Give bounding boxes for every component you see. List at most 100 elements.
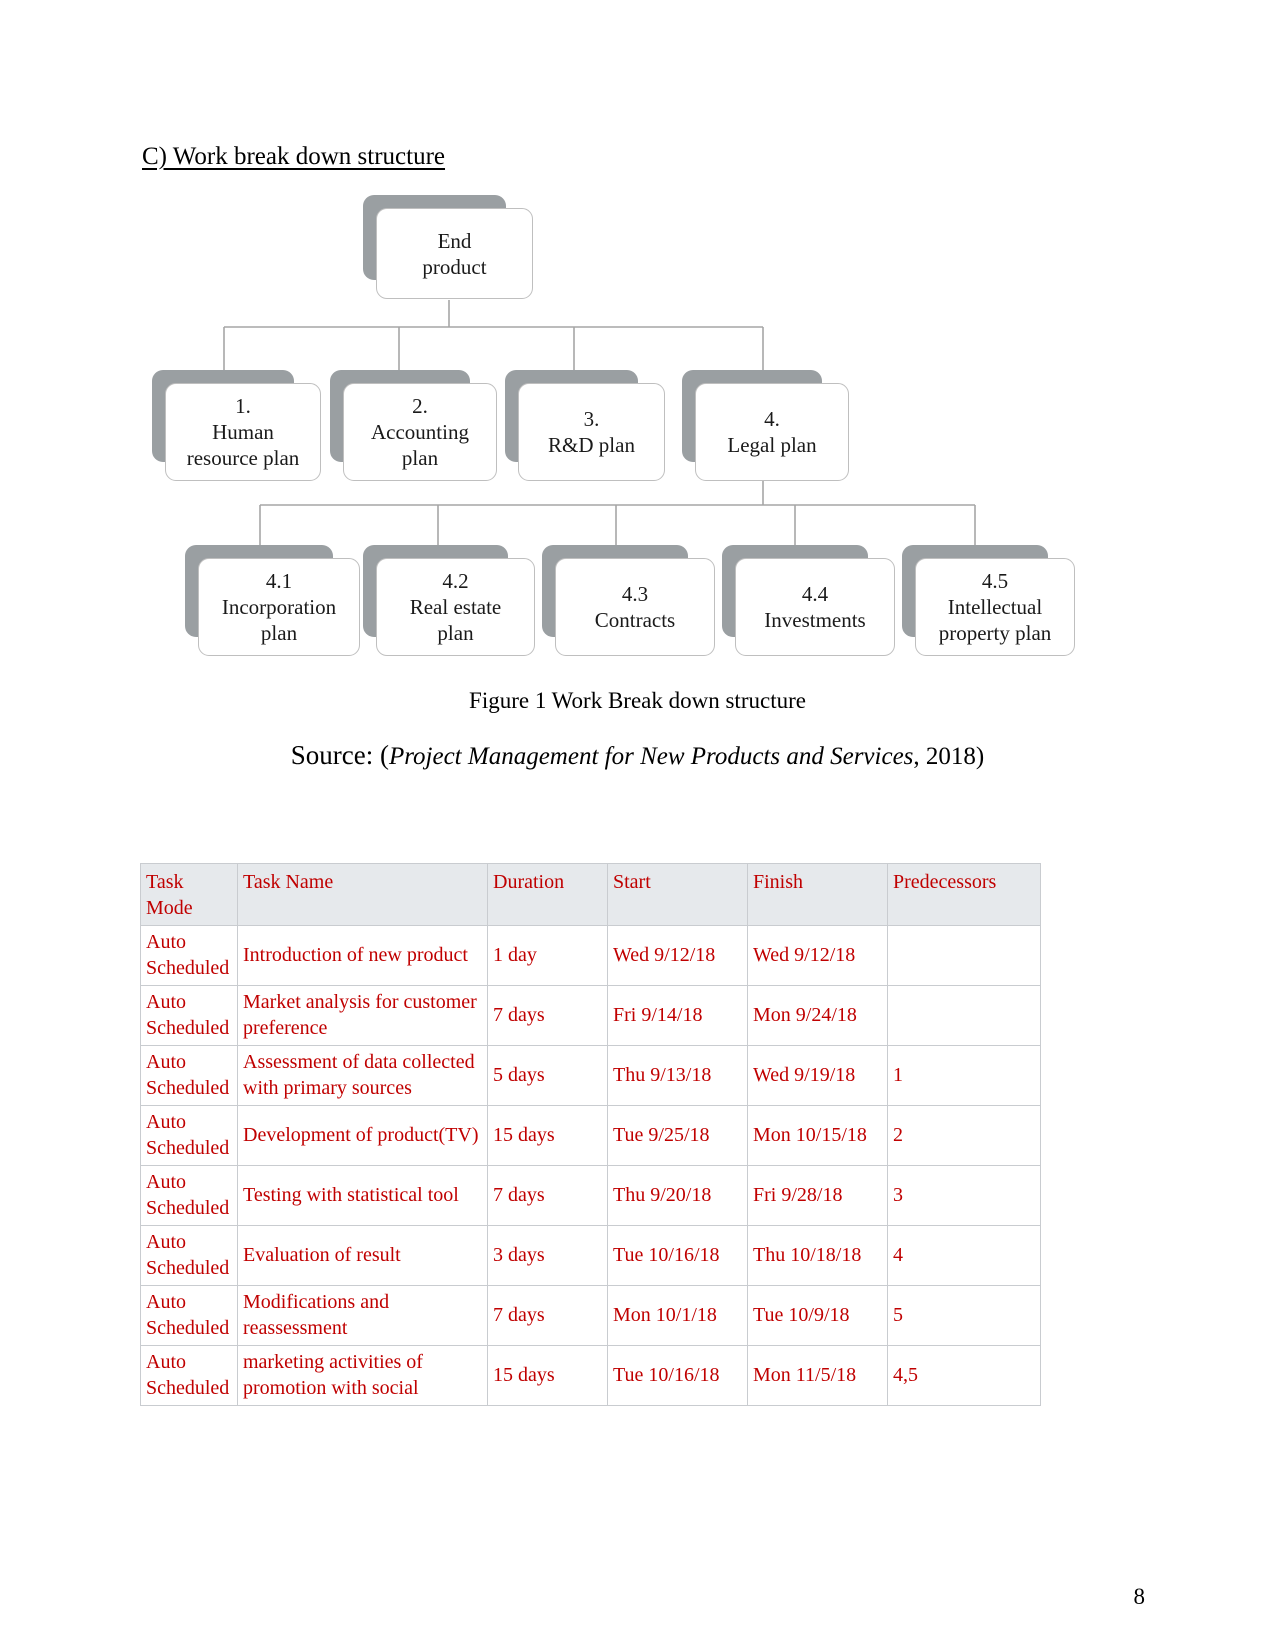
- column-header-start: Start: [607, 863, 748, 926]
- column-header-task-name: Task Name: [237, 863, 488, 926]
- cell-duration: 5 days: [487, 1045, 608, 1106]
- table-row: Auto Scheduled Development of product(TV…: [140, 1105, 1041, 1166]
- table-row: Auto Scheduled Introduction of new produ…: [140, 925, 1041, 986]
- cell-predecessors: 2: [887, 1105, 1041, 1166]
- table-row: Auto Scheduled Testing with statistical …: [140, 1165, 1041, 1226]
- cell-task-mode: Auto Scheduled: [140, 1345, 238, 1406]
- wbs-diagram: End product 1. Human resource plan 2. Ac…: [0, 175, 1275, 675]
- node-card: 4.1 Incorporation plan: [198, 558, 360, 656]
- header-line-2: Mode: [146, 897, 193, 919]
- cell-task-name: Assessment of data collected with primar…: [237, 1045, 488, 1106]
- wbs-node-contracts: 4.3 Contracts: [542, 545, 715, 656]
- column-header-duration: Duration: [487, 863, 608, 926]
- wbs-node-investments: 4.4 Investments: [722, 545, 895, 656]
- node-line-1: 3.: [583, 407, 600, 431]
- node-line-3: plan: [437, 621, 474, 645]
- figure-caption: Figure 1 Work Break down structure: [469, 688, 806, 713]
- node-line-2: Investments: [764, 608, 866, 632]
- source-suffix: , 2018): [913, 743, 985, 770]
- task-table: Task Mode Task Name Duration Start Finis…: [140, 863, 1041, 1406]
- wbs-node-accounting-plan: 2. Accounting plan: [330, 370, 497, 481]
- node-card: 4.5 Intellectual property plan: [915, 558, 1075, 656]
- column-header-finish: Finish: [747, 863, 888, 926]
- cell-task-mode: Auto Scheduled: [140, 1225, 238, 1286]
- cell-start: Thu 9/13/18: [607, 1045, 748, 1106]
- node-line-2: Legal plan: [727, 433, 817, 457]
- cell-predecessors: 1: [887, 1045, 1041, 1106]
- table-row: Auto Scheduled Assessment of data collec…: [140, 1045, 1041, 1106]
- document-page: C) Work break down structure End product…: [0, 0, 1275, 1650]
- node-line-1: End: [437, 228, 472, 253]
- node-line-1: 1.: [235, 394, 251, 418]
- cell-finish: Mon 9/24/18: [747, 985, 888, 1046]
- node-line-1: 4.: [764, 407, 780, 431]
- cell-task-name: Market analysis for customer preference: [237, 985, 488, 1046]
- page-title: C) Work break down structure: [142, 143, 446, 170]
- cell-duration: 15 days: [487, 1105, 608, 1166]
- cell-duration: 1 day: [487, 925, 608, 986]
- table-body: Auto Scheduled Introduction of new produ…: [140, 925, 1041, 1406]
- cell-duration: 7 days: [487, 1165, 608, 1226]
- node-card: 4.4 Investments: [735, 558, 895, 656]
- table-row: Auto Scheduled Market analysis for custo…: [140, 985, 1041, 1046]
- cell-task-mode: Auto Scheduled: [140, 925, 238, 986]
- task-table-wrapper: Task Mode Task Name Duration Start Finis…: [140, 863, 1041, 1406]
- wbs-node-human-resource-plan: 1. Human resource plan: [152, 370, 321, 481]
- cell-duration: 15 days: [487, 1345, 608, 1406]
- cell-finish: Tue 10/9/18: [747, 1285, 888, 1346]
- node-line-1: 4.3: [621, 582, 649, 606]
- cell-task-name: Introduction of new product: [237, 925, 488, 986]
- wbs-node-real-estate-plan: 4.2 Real estate plan: [363, 545, 535, 656]
- wbs-node-rd-plan: 3. R&D plan: [505, 370, 665, 481]
- node-line-3: property plan: [938, 621, 1052, 645]
- wbs-node-end-product: End product: [363, 195, 533, 299]
- node-line-3: plan: [401, 446, 439, 470]
- cell-task-mode: Auto Scheduled: [140, 1105, 238, 1166]
- cell-start: Tue 9/25/18: [607, 1105, 748, 1166]
- cell-duration: 7 days: [487, 985, 608, 1046]
- cell-predecessors: 4,5: [887, 1345, 1041, 1406]
- node-line-2: Intellectual: [947, 595, 1043, 619]
- cell-finish: Wed 9/12/18: [747, 925, 888, 986]
- cell-task-name: marketing activities of promotion with s…: [237, 1345, 488, 1406]
- node-line-2: Incorporation: [221, 595, 337, 619]
- cell-predecessors: 4: [887, 1225, 1041, 1286]
- cell-finish: Mon 11/5/18: [747, 1345, 888, 1406]
- cell-start: Tue 10/16/18: [607, 1345, 748, 1406]
- node-card: 4.2 Real estate plan: [376, 558, 535, 656]
- cell-task-mode: Auto Scheduled: [140, 1045, 238, 1106]
- cell-finish: Wed 9/19/18: [747, 1045, 888, 1106]
- source-title: Project Management for New Products and …: [388, 743, 914, 770]
- node-card: End product: [376, 208, 533, 299]
- node-line-1: 4.1: [265, 569, 293, 593]
- table-header-row: Task Mode Task Name Duration Start Finis…: [140, 863, 1041, 926]
- cell-start: Wed 9/12/18: [607, 925, 748, 986]
- node-line-3: plan: [260, 621, 298, 645]
- cell-start: Fri 9/14/18: [607, 985, 748, 1046]
- node-card: 2. Accounting plan: [343, 383, 497, 481]
- wbs-node-incorporation-plan: 4.1 Incorporation plan: [185, 545, 360, 656]
- column-header-predecessors: Predecessors: [887, 863, 1041, 926]
- node-line-2: Real estate: [409, 595, 502, 619]
- cell-predecessors: 5: [887, 1285, 1041, 1346]
- cell-task-name: Development of product(TV): [237, 1105, 488, 1166]
- table-row: Auto Scheduled Modifications and reasses…: [140, 1285, 1041, 1346]
- cell-predecessors: [887, 985, 1041, 1046]
- page-number: 8: [1133, 1584, 1146, 1609]
- cell-task-mode: Auto Scheduled: [140, 985, 238, 1046]
- table-row: Auto Scheduled marketing activities of p…: [140, 1345, 1041, 1406]
- node-card: 4.3 Contracts: [555, 558, 715, 656]
- cell-predecessors: 3: [887, 1165, 1041, 1226]
- table-row: Auto Scheduled Evaluation of result 3 da…: [140, 1225, 1041, 1286]
- cell-finish: Fri 9/28/18: [747, 1165, 888, 1226]
- node-line-1: 4.4: [801, 582, 829, 606]
- cell-finish: Mon 10/15/18: [747, 1105, 888, 1166]
- cell-predecessors: [887, 925, 1041, 986]
- source-prefix: Source: (: [290, 740, 389, 770]
- node-card: 4. Legal plan: [695, 383, 849, 481]
- node-line-2: Human: [212, 420, 274, 444]
- node-line-3: resource plan: [186, 446, 300, 470]
- node-line-2: Contracts: [594, 608, 676, 632]
- cell-start: Tue 10/16/18: [607, 1225, 748, 1286]
- wbs-node-legal-plan: 4. Legal plan: [682, 370, 849, 481]
